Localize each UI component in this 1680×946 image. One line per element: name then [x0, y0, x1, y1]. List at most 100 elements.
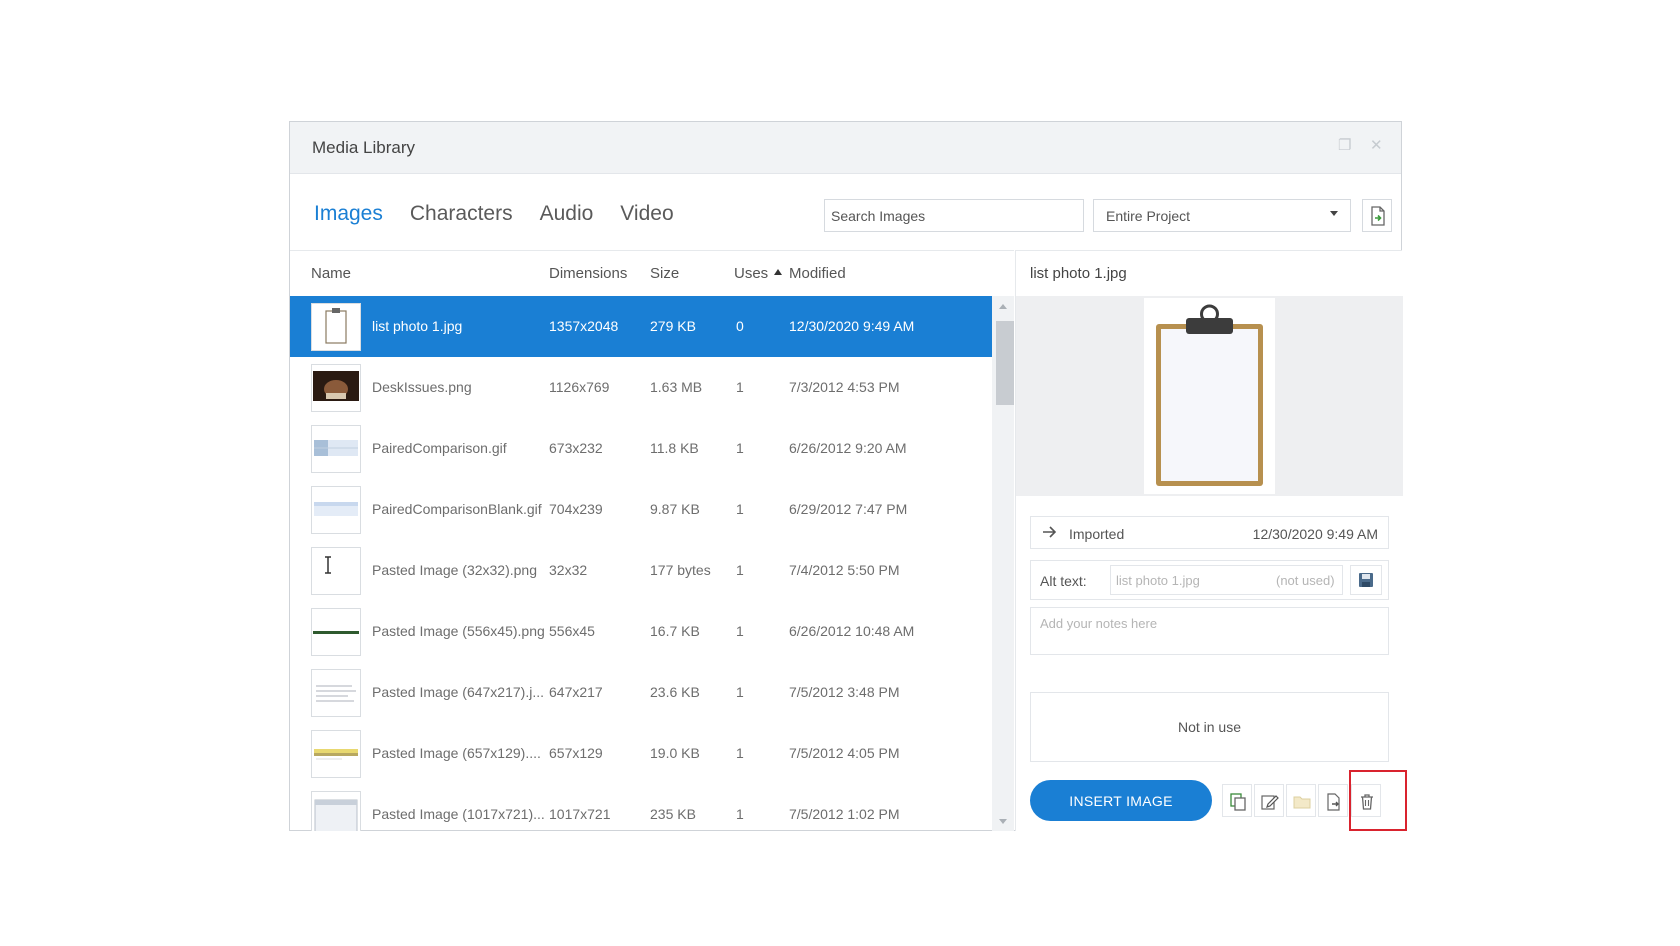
line-thumbnail — [311, 608, 361, 656]
file-size: 279 KB — [650, 318, 696, 334]
table-row[interactable]: DeskIssues.png 1126x769 1.63 MB 1 7/3/20… — [290, 357, 992, 418]
window-title: Media Library — [312, 138, 415, 157]
save-icon — [1359, 573, 1373, 587]
usage-box: Not in use — [1030, 692, 1389, 762]
column-size[interactable]: Size — [650, 265, 679, 282]
image-preview — [1016, 296, 1403, 496]
file-uses: 1 — [736, 745, 744, 761]
file-dimensions: 647x217 — [549, 684, 603, 700]
column-uses-label: Uses — [734, 265, 769, 282]
close-icon[interactable]: ✕ — [1370, 136, 1383, 154]
file-dimensions: 32x32 — [549, 562, 588, 578]
table-row[interactable]: Pasted Image (556x45).png 556x45 16.7 KB… — [290, 601, 992, 662]
notes-field[interactable] — [1030, 607, 1389, 655]
file-dimensions: 673x232 — [549, 440, 603, 456]
table-thumbnail — [311, 425, 361, 473]
column-name[interactable]: Name — [311, 265, 351, 282]
file-dimensions: 1126x769 — [549, 379, 610, 395]
file-uses: 0 — [736, 318, 744, 334]
table-row[interactable]: Pasted Image (1017x721)... 1017x721 235 … — [290, 784, 992, 831]
tab-video[interactable]: Video — [620, 202, 673, 232]
file-size: 235 KB — [650, 806, 696, 822]
insert-image-button[interactable]: INSERT IMAGE — [1030, 780, 1212, 821]
sort-ascending-icon — [774, 269, 783, 275]
file-name: PairedComparison.gif — [372, 440, 507, 456]
file-uses: 1 — [736, 623, 744, 639]
column-header-row: Name Dimensions Size Uses Modified — [290, 251, 1014, 297]
column-modified[interactable]: Modified — [789, 265, 846, 282]
file-dimensions: 1357x2048 — [549, 318, 619, 334]
caret-down-icon — [1330, 211, 1338, 216]
alt-text-status: (not used) — [1276, 573, 1335, 588]
maximize-icon[interactable]: ❐ — [1338, 136, 1351, 154]
list-scrollbar[interactable] — [992, 296, 1014, 831]
imported-date: 12/30/2020 9:49 AM — [1252, 526, 1378, 542]
delete-button-highlight — [1349, 770, 1407, 831]
scrollbar-thumb[interactable] — [996, 321, 1014, 405]
replace-image-button[interactable] — [1222, 784, 1252, 817]
folder-icon — [1293, 796, 1311, 809]
file-size: 23.6 KB — [650, 684, 700, 700]
desk-photo-thumbnail — [311, 364, 361, 412]
text-lines-thumbnail — [311, 669, 361, 717]
import-file-icon — [1371, 206, 1385, 226]
import-file-button[interactable] — [1362, 199, 1392, 232]
file-name: Pasted Image (657x129).... — [372, 745, 541, 761]
tab-images[interactable]: Images — [314, 202, 383, 232]
tab-characters[interactable]: Characters — [410, 202, 513, 232]
imported-label: Imported — [1069, 526, 1125, 542]
table-row[interactable]: Pasted Image (647x217).j... 647x217 23.6… — [290, 662, 992, 723]
imported-info: Imported 12/30/2020 9:49 AM — [1030, 516, 1389, 549]
detail-panel: list photo 1.jpg Imported 12/30/2020 9:4… — [1015, 250, 1403, 831]
scroll-up-icon[interactable] — [999, 304, 1007, 309]
banner-thumbnail — [311, 730, 361, 778]
media-tabs: Images Characters Audio Video — [314, 202, 674, 232]
save-alt-text-button[interactable] — [1350, 565, 1382, 595]
clipboard-thumbnail — [311, 303, 361, 351]
tab-audio[interactable]: Audio — [540, 202, 594, 232]
table-row[interactable]: Pasted Image (657x129).... 657x129 19.0 … — [290, 723, 992, 784]
file-name: Pasted Image (556x45).png — [372, 623, 545, 639]
file-name: Pasted Image (1017x721)... — [372, 806, 545, 822]
file-name: Pasted Image (32x32).png — [372, 562, 537, 578]
column-uses[interactable]: Uses — [734, 265, 783, 282]
export-image-button[interactable] — [1318, 784, 1348, 817]
file-modified: 6/29/2012 7:47 PM — [789, 501, 908, 517]
search-input[interactable] — [824, 199, 1084, 232]
edit-image-button[interactable] — [1254, 784, 1284, 817]
file-rows: list photo 1.jpg 1357x2048 279 KB 0 12/3… — [290, 296, 992, 831]
file-modified: 7/5/2012 3:48 PM — [789, 684, 900, 700]
table-row[interactable]: PairedComparison.gif 673x232 11.8 KB 1 6… — [290, 418, 992, 479]
scroll-down-icon[interactable] — [999, 819, 1007, 824]
table-thumbnail — [311, 486, 361, 534]
column-dimensions[interactable]: Dimensions — [549, 265, 627, 282]
open-folder-button[interactable] — [1286, 784, 1316, 817]
file-modified: 7/4/2012 5:50 PM — [789, 562, 900, 578]
file-modified: 6/26/2012 10:48 AM — [789, 623, 915, 639]
clipboard-preview-image — [1156, 304, 1263, 486]
replace-image-icon — [1230, 793, 1246, 811]
text-cursor-thumbnail — [311, 547, 361, 595]
table-row[interactable]: PairedComparisonBlank.gif 704x239 9.87 K… — [290, 479, 992, 540]
usage-status: Not in use — [1177, 719, 1242, 735]
file-name: PairedComparisonBlank.gif — [372, 501, 542, 517]
file-uses: 1 — [736, 501, 744, 517]
file-size: 177 bytes — [650, 562, 711, 578]
scope-dropdown[interactable]: Entire Project — [1093, 199, 1351, 232]
file-modified: 7/5/2012 4:05 PM — [789, 745, 900, 761]
file-modified: 7/3/2012 4:53 PM — [789, 379, 900, 395]
table-row[interactable]: Pasted Image (32x32).png 32x32 177 bytes… — [290, 540, 992, 601]
file-uses: 1 — [736, 562, 744, 578]
file-name: DeskIssues.png — [372, 379, 472, 395]
alt-text-label: Alt text: — [1040, 573, 1087, 589]
file-size: 11.8 KB — [650, 440, 699, 456]
media-library-window: Media Library ❐ ✕ Images Characters Audi… — [289, 121, 1403, 831]
table-row[interactable]: list photo 1.jpg 1357x2048 279 KB 0 12/3… — [290, 296, 992, 357]
detail-title: list photo 1.jpg — [1030, 265, 1127, 282]
window-thumbnail — [311, 791, 361, 831]
file-size: 1.63 MB — [650, 379, 703, 395]
alt-text-row: Alt text: (not used) — [1030, 560, 1389, 600]
file-dimensions: 657x129 — [549, 745, 603, 761]
file-dimensions: 704x239 — [549, 501, 603, 517]
file-name: Pasted Image (647x217).j... — [372, 684, 544, 700]
